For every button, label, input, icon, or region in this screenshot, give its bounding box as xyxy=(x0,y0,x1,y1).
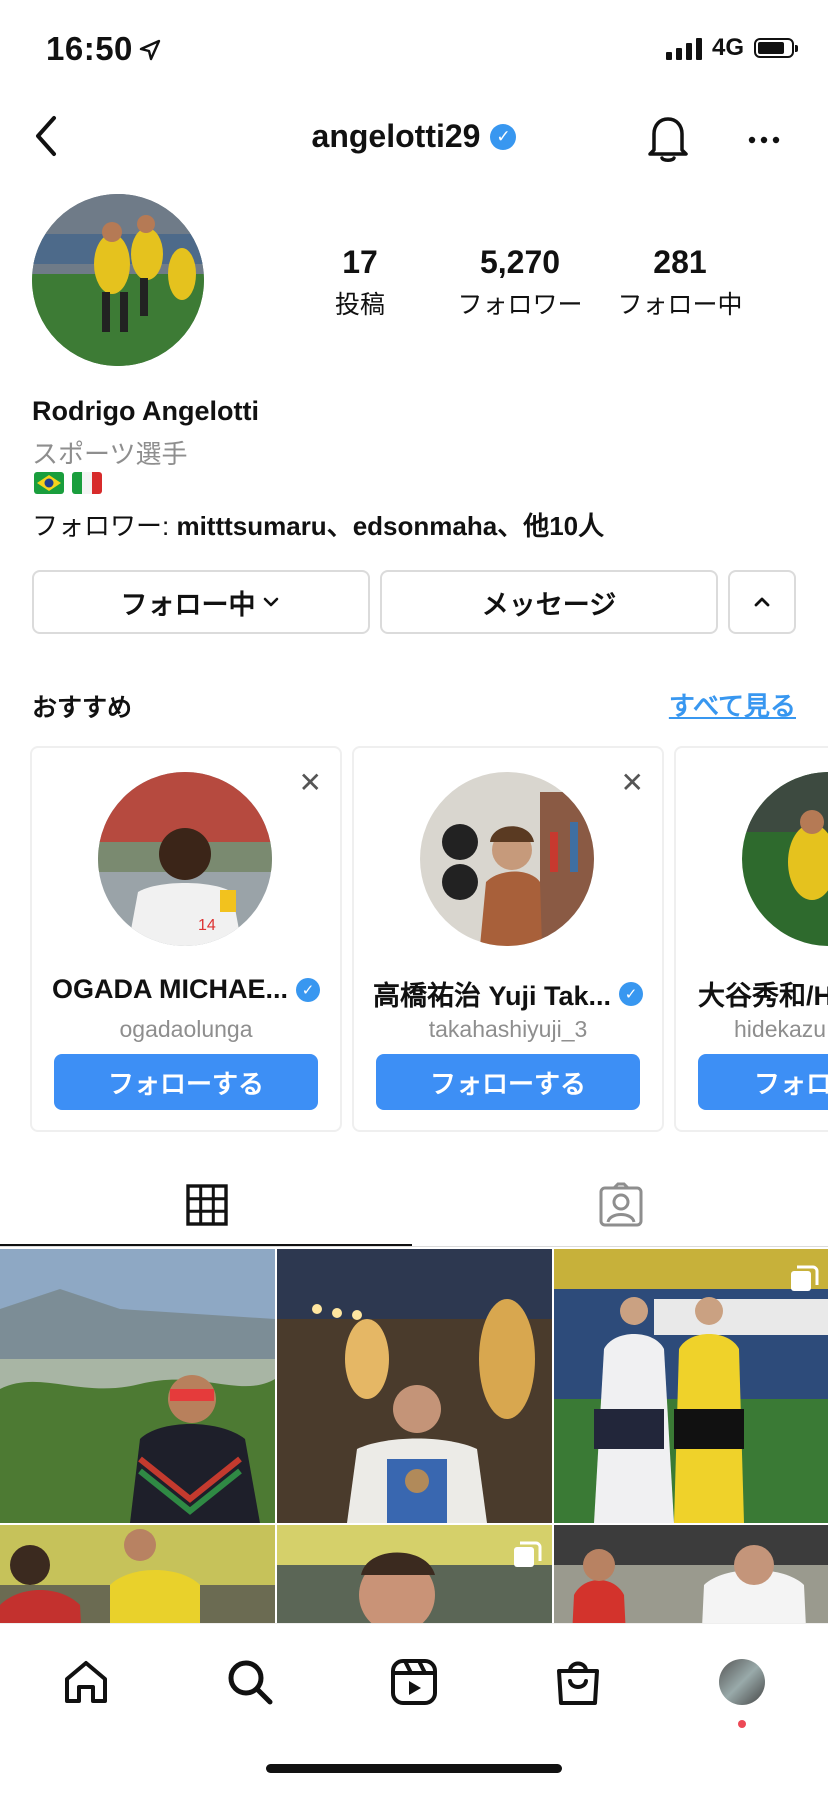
suggestion-avatar[interactable] xyxy=(742,772,828,946)
profile-avatar[interactable] xyxy=(32,194,204,366)
home-indicator xyxy=(266,1764,562,1773)
suggestions-toggle-button[interactable] xyxy=(728,570,796,634)
posts-grid-tab[interactable] xyxy=(186,1184,228,1231)
profile-full-name: Rodrigo Angelotti xyxy=(32,396,259,426)
follow-button[interactable]: フォロ xyxy=(698,1054,828,1110)
notifications-bell-button[interactable] xyxy=(644,112,692,169)
suggestion-avatar[interactable]: 14 xyxy=(98,772,272,946)
followers-label: フォロワー xyxy=(457,291,583,319)
suggestion-avatar[interactable] xyxy=(420,772,594,946)
stat-followers[interactable]: 5,270 フォロワー xyxy=(440,244,600,321)
suggestion-name: 大谷秀和/H xyxy=(698,974,828,1013)
carousel-icon xyxy=(789,1263,819,1298)
nav-profile[interactable] xyxy=(712,1652,772,1712)
carousel-icon xyxy=(512,1539,542,1574)
nav-shop[interactable] xyxy=(548,1652,608,1712)
status-indicators: 4G xyxy=(665,34,798,62)
dismiss-suggestion-icon[interactable]: ✕ xyxy=(299,766,322,799)
follow-button[interactable]: フォローする xyxy=(376,1054,640,1110)
suggestion-card[interactable]: ✕ 高橋祐治 Yuji Tak... ✓ takahashiyuji_3 フォロ… xyxy=(352,746,664,1132)
posts-label: 投稿 xyxy=(334,291,385,319)
chevron-down-icon xyxy=(263,597,278,607)
suggestion-name-text: 大谷秀和/H xyxy=(698,981,828,1011)
search-icon xyxy=(228,1660,273,1705)
network-type: 4G xyxy=(711,34,744,61)
stat-following[interactable]: 281 フォロー中 xyxy=(606,244,754,321)
suggestion-name-text: OGADA MICHAE... xyxy=(52,974,288,1004)
grid-icon xyxy=(186,1184,228,1226)
following-button[interactable]: フォロー中 xyxy=(32,570,370,634)
verified-badge-icon: ✓ xyxy=(490,123,517,150)
more-options-button[interactable] xyxy=(748,124,780,161)
nav-search[interactable] xyxy=(220,1652,280,1712)
suggestion-card[interactable]: 14 ✕ OGADA MICHAE... ✓ ogadaolunga フォローす… xyxy=(30,746,342,1132)
following-button-label: フォロー中 xyxy=(120,589,256,620)
nav-home[interactable] xyxy=(56,1652,116,1712)
profile-avatar-small xyxy=(719,1659,765,1705)
suggestion-card[interactable]: 大谷秀和/H hidekazu フォロ xyxy=(674,746,828,1132)
shopping-bag-icon xyxy=(557,1661,599,1705)
nav-reels[interactable] xyxy=(384,1652,444,1712)
verified-badge-icon: ✓ xyxy=(619,981,644,1006)
bell-icon xyxy=(648,117,688,162)
italy-flag-icon xyxy=(72,472,102,494)
suggestion-handle: ogadaolunga xyxy=(119,1016,253,1042)
following-count: 281 xyxy=(653,244,707,280)
following-label: フォロー中 xyxy=(617,291,743,319)
tagged-tab[interactable] xyxy=(598,1182,644,1233)
tabs-divider xyxy=(0,1246,828,1247)
battery-icon xyxy=(754,38,798,58)
dismiss-suggestion-icon[interactable]: ✕ xyxy=(621,766,644,799)
post-thumbnail[interactable] xyxy=(0,1525,275,1623)
suggestion-name: 高橋祐治 Yuji Tak... ✓ xyxy=(354,974,662,1013)
header-username: angelotti29 xyxy=(311,118,481,154)
see-all-link[interactable]: すべて見る xyxy=(669,686,796,723)
suggestion-name-text: 高橋祐治 Yuji Tak... xyxy=(372,981,612,1011)
message-button-label: メッセージ xyxy=(481,589,617,620)
suggestion-handle: hidekazu xyxy=(734,1016,827,1042)
followed-by-prefix: フォロワー: xyxy=(32,511,177,541)
notification-dot xyxy=(738,1720,746,1728)
brazil-flag-icon xyxy=(34,472,64,494)
profile-username-header: angelotti29 ✓ xyxy=(0,118,828,155)
stat-posts[interactable]: 17 投稿 xyxy=(320,244,400,321)
posts-grid xyxy=(0,1249,828,1623)
post-thumbnail[interactable] xyxy=(554,1525,828,1623)
verified-badge-icon: ✓ xyxy=(296,977,320,1002)
post-thumbnail[interactable] xyxy=(554,1249,828,1523)
profile-category: スポーツ選手 xyxy=(32,439,188,469)
signal-icon xyxy=(665,36,702,60)
bio-flags xyxy=(34,472,102,494)
chevron-up-icon xyxy=(754,597,770,607)
post-thumbnail[interactable] xyxy=(277,1525,552,1623)
followed-by-suffix: 、他10人 xyxy=(497,511,605,541)
more-icon xyxy=(748,136,780,144)
status-time: 16:50 xyxy=(46,30,133,67)
reels-icon xyxy=(391,1659,437,1705)
followers-count: 5,270 xyxy=(479,244,561,280)
home-icon xyxy=(65,1661,107,1703)
followed-by-text[interactable]: フォロワー: mitttsumaru、edsonmaha、他10人 xyxy=(32,506,604,543)
location-arrow-icon xyxy=(138,38,162,67)
posts-count: 17 xyxy=(342,244,378,280)
post-thumbnail[interactable] xyxy=(277,1249,552,1523)
suggestion-handle: takahashiyuji_3 xyxy=(428,1016,588,1042)
suggestions-title: おすすめ xyxy=(32,694,133,722)
followed-by-names: mitttsumaru、edsonmaha xyxy=(176,511,498,541)
svg-text:14: 14 xyxy=(198,917,216,934)
post-thumbnail[interactable] xyxy=(0,1249,275,1523)
message-button[interactable]: メッセージ xyxy=(380,570,718,634)
follow-button[interactable]: フォローする xyxy=(54,1054,318,1110)
suggestion-name: OGADA MICHAE... ✓ xyxy=(32,974,340,1005)
tagged-person-icon xyxy=(599,1182,643,1227)
